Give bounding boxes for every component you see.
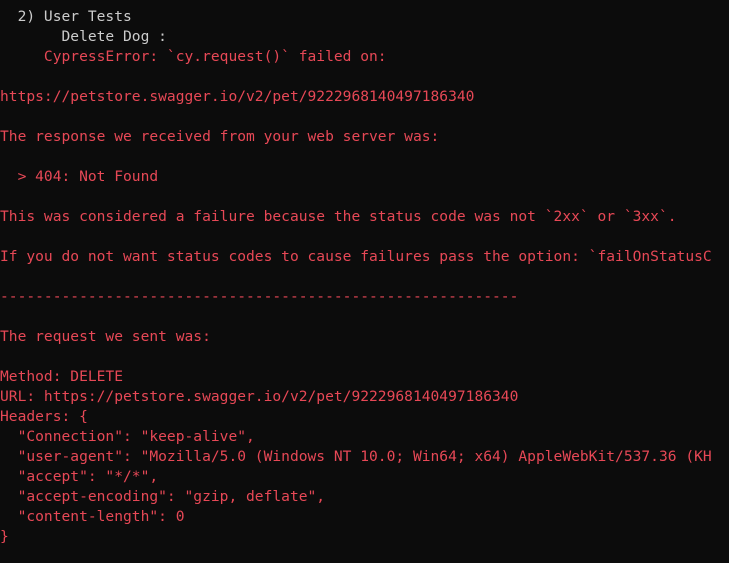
test-case-title: Delete Dog : <box>0 28 167 45</box>
header-connection: "Connection": "keep-alive", <box>0 428 255 445</box>
headers-open: Headers: { <box>0 408 88 425</box>
terminal-output[interactable]: 2) User Tests Delete Dog : CypressError:… <box>0 0 729 563</box>
request-intro: The request we sent was: <box>0 328 211 345</box>
separator-line: ----------------------------------------… <box>0 288 519 305</box>
headers-close: } <box>0 528 9 545</box>
failed-url: https://petstore.swagger.io/v2/pet/92229… <box>0 88 475 105</box>
response-intro: The response we received from your web s… <box>0 128 440 145</box>
header-accept: "accept": "*/*", <box>0 468 159 485</box>
failure-explanation: This was considered a failure because th… <box>0 208 677 225</box>
fail-on-status-hint: If you do not want status codes to cause… <box>0 248 712 265</box>
request-method: Method: DELETE <box>0 368 124 385</box>
test-suite-heading: 2) User Tests <box>0 8 132 25</box>
response-status: > 404: Not Found <box>0 168 159 185</box>
header-content-length: "content-length": 0 <box>0 508 185 525</box>
header-user-agent: "user-agent": "Mozilla/5.0 (Windows NT 1… <box>0 448 712 465</box>
header-accept-encoding: "accept-encoding": "gzip, deflate", <box>0 488 326 505</box>
error-title: CypressError: `cy.request()` failed on: <box>0 48 387 65</box>
request-url: URL: https://petstore.swagger.io/v2/pet/… <box>0 388 519 405</box>
